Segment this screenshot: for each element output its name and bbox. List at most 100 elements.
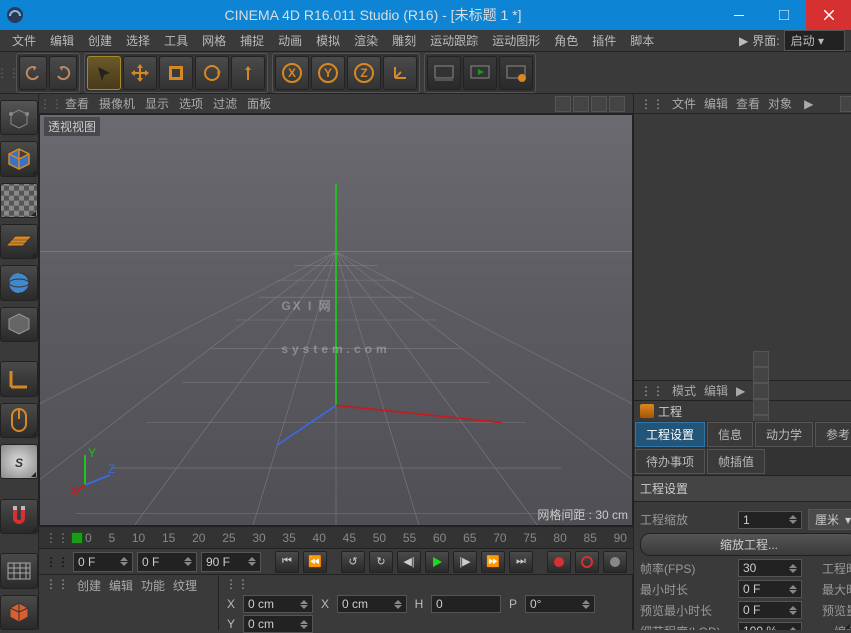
model-mode-button[interactable]	[0, 183, 38, 218]
goto-start-button[interactable]: ⏮	[275, 551, 299, 573]
viewport[interactable]: 透视视图	[39, 114, 633, 526]
timeline-ruler[interactable]: ⋮⋮ 0 5 10 15 20 25 30 35 40 45 50 55 60 …	[39, 526, 633, 548]
render-view-button[interactable]	[427, 56, 461, 90]
sx-field[interactable]: 0 cm	[337, 595, 407, 613]
tab-todo[interactable]: 待办事项	[635, 449, 705, 474]
floor-button[interactable]	[0, 224, 38, 259]
prop-scale-field[interactable]: 1	[738, 511, 802, 529]
start-frame-field[interactable]: 0 F	[73, 552, 133, 572]
timeline-handle[interactable]: ⋮⋮	[45, 531, 69, 545]
bm-create[interactable]: 创建	[77, 577, 101, 594]
transport-handle[interactable]: ⋮⋮	[45, 555, 69, 569]
tab-dynamics[interactable]: 动力学	[755, 422, 813, 447]
texture-mode-button[interactable]	[0, 265, 38, 300]
step-fwd-round-button[interactable]: ↻	[369, 551, 393, 573]
objmgr-handle[interactable]: ⋮⋮	[640, 97, 664, 111]
view-menu-camera[interactable]: 摄像机	[99, 95, 135, 112]
play-button[interactable]	[425, 551, 449, 573]
menu-file[interactable]: 文件	[6, 30, 42, 51]
goto-next-key-button[interactable]: ⏩	[481, 551, 505, 573]
coord-system-button[interactable]	[383, 56, 417, 90]
current-frame-field[interactable]: 0 F	[137, 552, 197, 572]
minimize-button[interactable]	[716, 0, 761, 30]
menu-character[interactable]: 角色	[548, 30, 584, 51]
menu-simulate[interactable]: 模拟	[310, 30, 346, 51]
vp-nav-zoom-icon[interactable]	[573, 96, 589, 112]
z-axis-button[interactable]: Z	[347, 56, 381, 90]
menu-mograph[interactable]: 运动图形	[486, 30, 546, 51]
attr-up-icon[interactable]	[753, 367, 769, 383]
bm-func[interactable]: 功能	[141, 577, 165, 594]
toolbar-handle[interactable]: ⋮⋮	[4, 66, 12, 80]
menu-plugins[interactable]: 插件	[586, 30, 622, 51]
view-menu-display[interactable]: 显示	[145, 95, 169, 112]
tab-info[interactable]: 信息	[707, 422, 753, 447]
menu-create[interactable]: 创建	[82, 30, 118, 51]
objmgr-view[interactable]: 查看	[736, 95, 760, 112]
objmgr-edit[interactable]: 编辑	[704, 95, 728, 112]
objmgr-search-icon[interactable]	[840, 96, 851, 112]
bottom-handle[interactable]: ⋮⋮	[45, 577, 69, 594]
menu-snap[interactable]: 捕捉	[234, 30, 270, 51]
object-tree[interactable]	[634, 114, 851, 380]
menu-script[interactable]: 脚本	[624, 30, 660, 51]
last-tool-button[interactable]	[231, 56, 265, 90]
menu-motiontrack[interactable]: 运动跟踪	[424, 30, 484, 51]
live-select-button[interactable]	[87, 56, 121, 90]
attr-edit[interactable]: 编辑	[704, 382, 728, 399]
bm-tex[interactable]: 纹理	[173, 577, 197, 594]
objmgr-obj[interactable]: 对象	[768, 95, 792, 112]
axis-button[interactable]	[0, 361, 38, 396]
scale-button[interactable]	[159, 56, 193, 90]
menu-select[interactable]: 选择	[120, 30, 156, 51]
h-field[interactable]: 0	[431, 595, 501, 613]
vp-nav-toggle-icon[interactable]	[609, 96, 625, 112]
menu-animate[interactable]: 动画	[272, 30, 308, 51]
coord-handle[interactable]: ⋮⋮	[225, 577, 249, 591]
redo-button[interactable]	[49, 56, 77, 90]
scale-project-button[interactable]: 缩放工程...	[640, 533, 851, 556]
goto-end-button[interactable]: ⏭	[509, 551, 533, 573]
end-frame-field[interactable]: 90 F	[201, 552, 261, 572]
y-field[interactable]: 0 cm	[243, 615, 313, 633]
render-pv-button[interactable]	[463, 56, 497, 90]
autokey-button[interactable]	[575, 551, 599, 573]
vp-nav-rotate-icon[interactable]	[591, 96, 607, 112]
attr-mode[interactable]: 模式	[672, 382, 696, 399]
grid-button[interactable]	[0, 553, 38, 588]
magnet-button[interactable]	[0, 499, 38, 534]
maximize-button[interactable]	[761, 0, 806, 30]
rotate-button[interactable]	[195, 56, 229, 90]
snap-button[interactable]: S	[0, 444, 38, 479]
x-axis-button[interactable]: X	[275, 56, 309, 90]
view-menu-panel[interactable]: 面板	[247, 95, 271, 112]
mouse-button[interactable]	[0, 403, 38, 438]
menu-edit[interactable]: 编辑	[44, 30, 80, 51]
viewport-handle[interactable]: ⋮⋮	[47, 97, 55, 111]
menu-tools[interactable]: 工具	[158, 30, 194, 51]
keyframe-sel-button[interactable]	[603, 551, 627, 573]
tab-interp[interactable]: 帧插值	[707, 449, 765, 474]
close-button[interactable]	[806, 0, 851, 30]
view-menu-filter[interactable]: 过滤	[213, 95, 237, 112]
goto-prev-key-button[interactable]: ⏪	[303, 551, 327, 573]
timeline-playhead[interactable]	[71, 532, 83, 544]
menu-render[interactable]: 渲染	[348, 30, 384, 51]
p-field[interactable]: 0°	[525, 595, 595, 613]
attr-lock-icon[interactable]	[753, 383, 769, 399]
menu-mesh[interactable]: 网格	[196, 30, 232, 51]
tab-reference[interactable]: 参考	[815, 422, 851, 447]
undo-button[interactable]	[19, 56, 47, 90]
cube-button[interactable]	[0, 141, 38, 176]
view-menu-options[interactable]: 选项	[179, 95, 203, 112]
prop-min-field[interactable]: 0 F	[738, 580, 802, 598]
prop-fps-field[interactable]: 30	[738, 559, 802, 577]
solid-cube-button[interactable]	[0, 595, 38, 630]
render-settings-button[interactable]	[499, 56, 533, 90]
vp-nav-pan-icon[interactable]	[555, 96, 571, 112]
attr-back-icon[interactable]	[753, 351, 769, 367]
menu-sculpt[interactable]: 雕刻	[386, 30, 422, 51]
make-editable-button[interactable]	[0, 100, 38, 135]
step-back-round-button[interactable]: ↺	[341, 551, 365, 573]
prop-prev-field[interactable]: 0 F	[738, 601, 802, 619]
